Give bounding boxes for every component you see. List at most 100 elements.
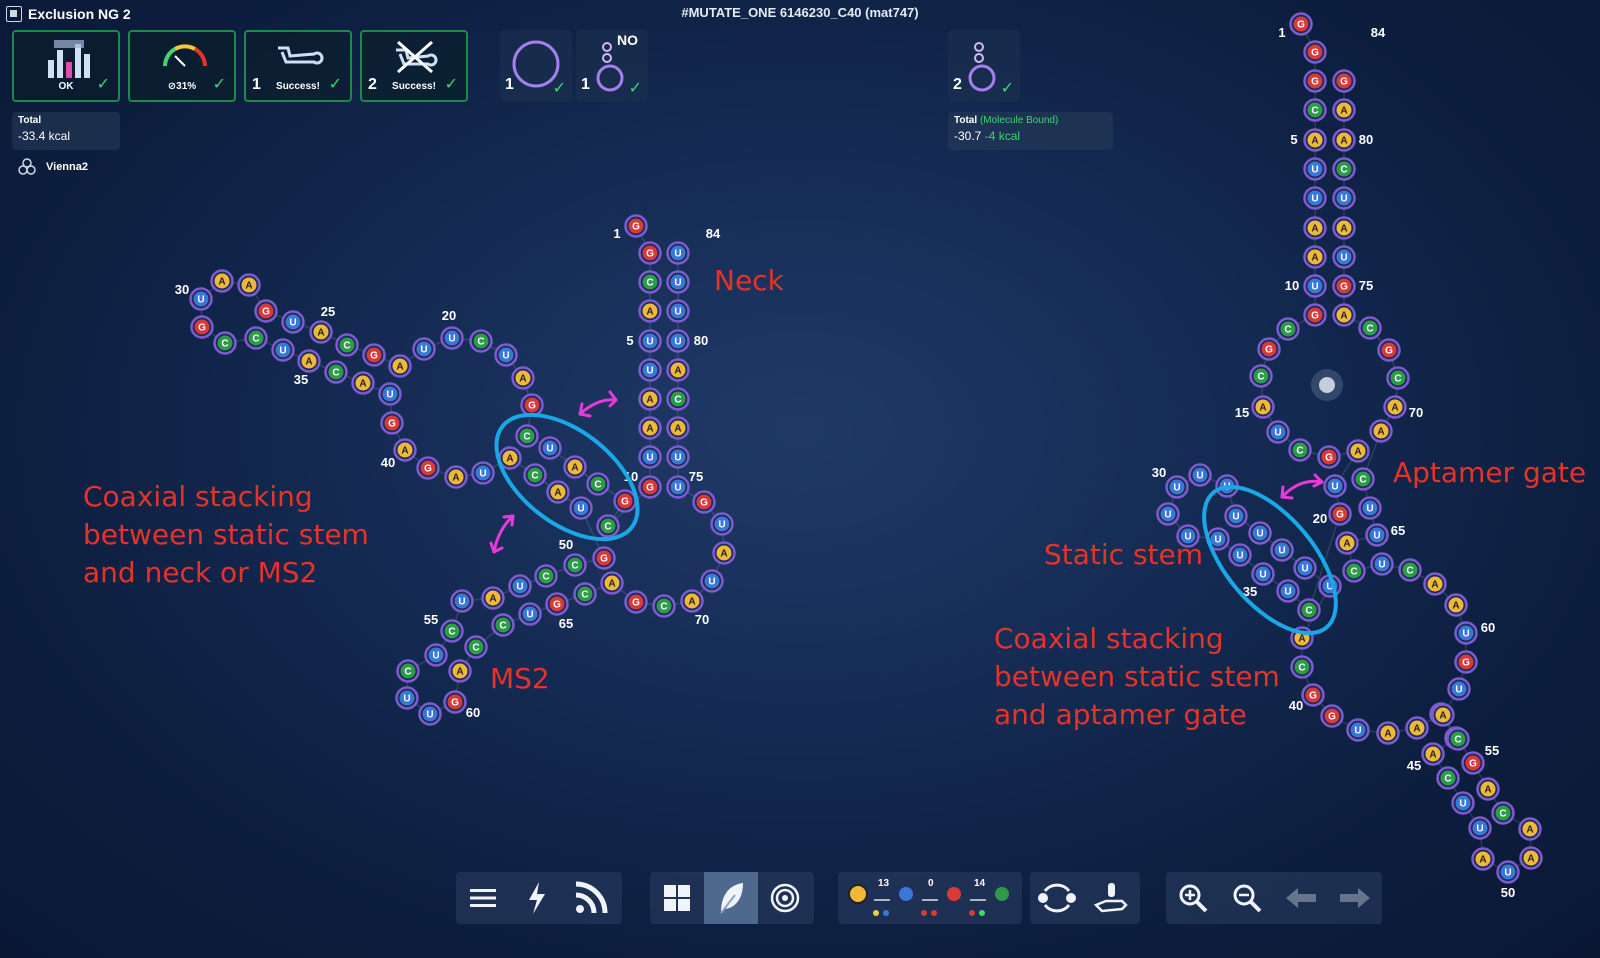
nucleotide[interactable]: U <box>1215 474 1239 498</box>
nucleotide[interactable]: G <box>254 299 278 323</box>
state-target-box[interactable]: 2 ✓ <box>948 30 1020 102</box>
nucleotide[interactable]: A <box>393 438 417 462</box>
constraint-crossed-strand[interactable]: 2 Success! ✓ <box>360 30 468 102</box>
nucleotide[interactable]: U <box>1248 521 1272 545</box>
nucleotide[interactable]: G <box>613 489 637 513</box>
nucleotide[interactable]: A <box>1518 817 1542 841</box>
nucleotide[interactable]: A <box>388 354 412 378</box>
nucleotide[interactable]: U <box>1451 791 1475 815</box>
nucleotide[interactable]: U <box>1370 552 1394 576</box>
nucleotide[interactable]: C <box>1288 438 1312 462</box>
nucleotide[interactable]: A <box>563 455 587 479</box>
nucleotide[interactable]: C <box>534 564 558 588</box>
nucleotide[interactable]: U <box>1303 186 1327 210</box>
nucleotide[interactable]: U <box>494 343 518 367</box>
constraint-gauge[interactable]: ⊘31% ✓ <box>128 30 236 102</box>
nucleotide[interactable]: G <box>638 475 662 499</box>
state-2-box[interactable]: NO 1 ✓ <box>576 30 648 102</box>
nucleotide[interactable]: C <box>523 463 547 487</box>
nucleotide[interactable]: A <box>1383 395 1407 419</box>
nucleotide[interactable]: U <box>1156 502 1180 526</box>
left-rna-structure[interactable]: GGCAUUAAUGCGCAUCGAUCUUAGCAUGAAUGC CUACAUG… <box>175 214 736 726</box>
nucleotide[interactable]: U <box>508 574 532 598</box>
nucleotide[interactable]: G <box>1320 704 1344 728</box>
nucleotide[interactable]: A <box>1332 216 1356 240</box>
nucleotide[interactable]: G <box>592 546 616 570</box>
state-1-box[interactable]: 1 ✓ <box>500 30 572 102</box>
nucleotide[interactable]: G <box>624 214 648 238</box>
nucleotide[interactable]: U <box>1346 718 1370 742</box>
nucleotide[interactable]: U <box>1454 621 1478 645</box>
redo-button[interactable] <box>1328 872 1382 924</box>
nucleotide[interactable]: U <box>1251 562 1275 586</box>
nucleotide[interactable]: U <box>450 589 474 613</box>
nucleotide[interactable]: C <box>1446 727 1470 751</box>
nucleotide[interactable]: A <box>511 366 535 390</box>
nucleotide[interactable]: U <box>666 241 690 265</box>
nucleotide[interactable]: U <box>666 445 690 469</box>
nucleotide[interactable]: G <box>1303 69 1327 93</box>
nucleotide[interactable]: U <box>1270 538 1294 562</box>
nucleotide[interactable]: U <box>700 569 724 593</box>
nucleotide[interactable]: G <box>638 241 662 265</box>
engine-selector[interactable]: Vienna2 <box>18 158 88 176</box>
nucleotide[interactable]: A <box>1444 593 1468 617</box>
nucleotide[interactable]: A <box>680 589 704 613</box>
nucleotide[interactable]: C <box>440 619 464 643</box>
nucleotide[interactable]: U <box>1332 186 1356 210</box>
nucleotide[interactable]: C <box>244 326 268 350</box>
nucleotide[interactable]: G <box>1257 337 1281 361</box>
nucleotide[interactable]: U <box>710 512 734 536</box>
nucleotide[interactable]: A <box>237 273 261 297</box>
nucleotide[interactable]: U <box>1165 475 1189 499</box>
nucleotide[interactable]: G <box>1328 502 1352 526</box>
nucleotide[interactable]: A <box>1303 216 1327 240</box>
nucleotide[interactable]: C <box>652 594 676 618</box>
nucleotide[interactable]: G <box>362 343 386 367</box>
nucleotide[interactable]: U <box>666 329 690 353</box>
nucleotide[interactable]: A <box>546 480 570 504</box>
nucleotide[interactable]: A <box>210 269 234 293</box>
nucleotide[interactable]: G <box>1332 274 1356 298</box>
nucleotide[interactable]: U <box>666 299 690 323</box>
nucleotide[interactable]: C <box>1249 364 1273 388</box>
nucleotide[interactable]: A <box>1303 245 1327 269</box>
nucleotide[interactable]: A <box>444 465 468 489</box>
nucleotide[interactable]: G <box>545 592 569 616</box>
nucleotide[interactable]: U <box>1293 556 1317 580</box>
nucleotide[interactable]: U <box>1303 157 1327 181</box>
nucleotide[interactable]: A <box>1431 703 1455 727</box>
nucleotide[interactable]: C <box>335 333 359 357</box>
nucleotide[interactable]: C <box>666 387 690 411</box>
nucleotide[interactable]: A <box>498 446 522 470</box>
nucleotide[interactable]: A <box>1251 395 1275 419</box>
nucleotide[interactable]: A <box>448 659 472 683</box>
nucleotide[interactable]: U <box>418 702 442 726</box>
nucleotide[interactable]: A <box>638 387 662 411</box>
nucleotide[interactable]: A <box>638 416 662 440</box>
nucleotide[interactable]: U <box>1188 463 1212 487</box>
nucleotide[interactable]: C <box>1398 558 1422 582</box>
nucleotide[interactable]: C <box>1351 467 1375 491</box>
constraint-strand[interactable]: 1 Success! ✓ <box>244 30 352 102</box>
nucleotide[interactable]: U <box>189 287 213 311</box>
nucleotide[interactable]: A <box>666 358 690 382</box>
nucleotide[interactable]: A <box>1376 721 1400 745</box>
nucleotide[interactable]: A <box>1332 98 1356 122</box>
constraint-bars[interactable]: OK ✓ <box>12 30 120 102</box>
nucleotide[interactable]: A <box>1476 777 1500 801</box>
nucleotide[interactable]: U <box>569 496 593 520</box>
nucleotide[interactable]: U <box>638 329 662 353</box>
nucleotide[interactable]: U <box>271 338 295 362</box>
nucleotide[interactable]: A <box>1423 572 1447 596</box>
nucleotide[interactable]: G <box>1317 445 1341 469</box>
nucleotide[interactable]: G <box>443 690 467 714</box>
nucleotide[interactable]: A <box>1346 439 1370 463</box>
nucleotide[interactable]: A <box>1421 742 1445 766</box>
nucleotide[interactable]: C <box>1332 157 1356 181</box>
nucleotide[interactable]: A <box>1332 128 1356 152</box>
native-mode-button[interactable] <box>704 872 758 924</box>
nucleotide[interactable]: A <box>297 349 321 373</box>
nucleotide[interactable]: A <box>1332 303 1356 327</box>
nucleotide[interactable]: U <box>1332 245 1356 269</box>
